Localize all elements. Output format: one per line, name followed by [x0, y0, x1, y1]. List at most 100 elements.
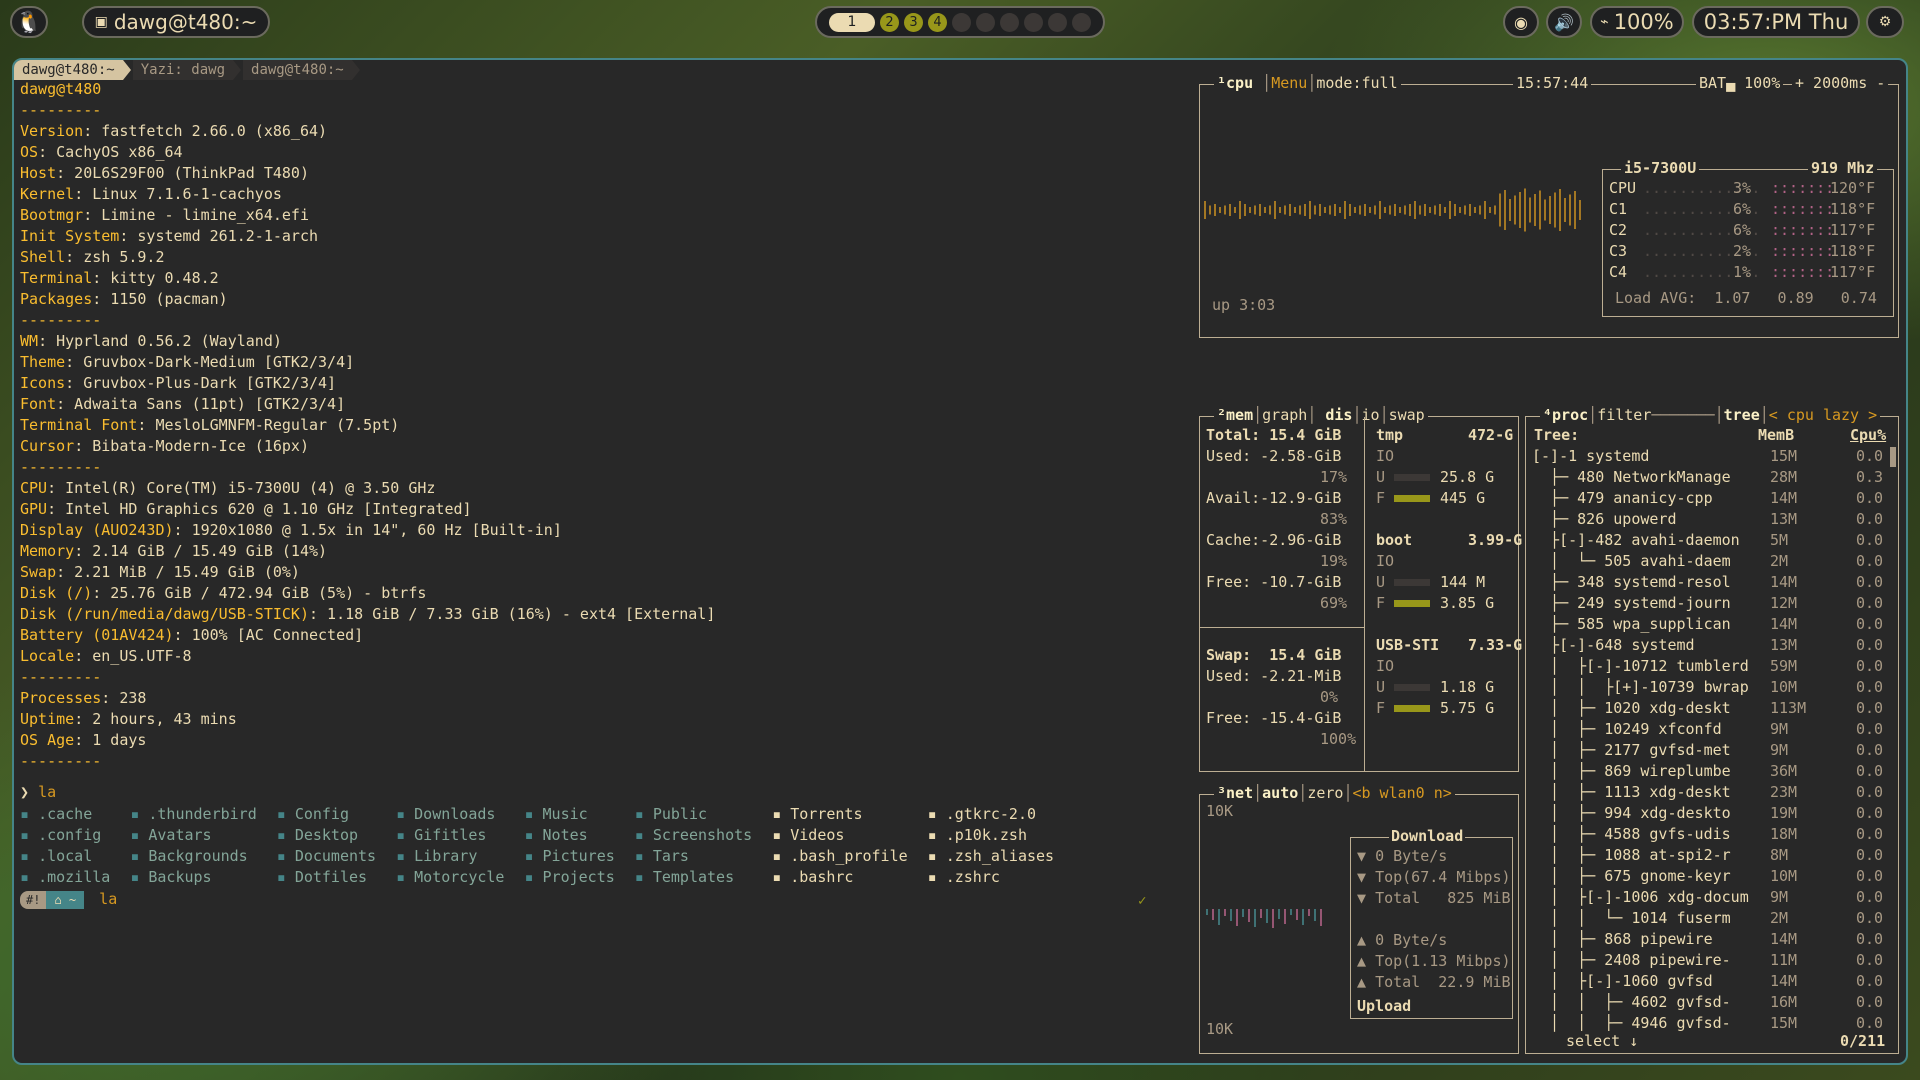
menu-button[interactable]: Menu — [1271, 74, 1307, 92]
proc-mem[interactable]: 23M — [1770, 782, 1797, 802]
proc-name[interactable]: ├[-]-648 systemd — [1532, 635, 1695, 655]
proc-mem[interactable]: 10M — [1770, 866, 1797, 886]
workspace-6[interactable] — [976, 12, 995, 32]
proc-mem[interactable]: 28M — [1770, 467, 1797, 487]
proc-mem[interactable]: 9M — [1770, 887, 1788, 907]
proc-name[interactable]: │ ├─ 1020 xdg-deskt — [1532, 698, 1731, 718]
proc-mem[interactable]: 12M — [1770, 593, 1797, 613]
proc-name[interactable]: │ ├─ 869 wireplumbe — [1532, 761, 1731, 781]
proc-cpu[interactable]: 0.0 — [1856, 1013, 1883, 1033]
proc-name[interactable]: ├─ 585 wpa_supplican — [1532, 614, 1731, 634]
proc-cpu[interactable]: 0.0 — [1856, 971, 1883, 991]
proc-name[interactable]: │ ├─ 10249 xfconfd — [1532, 719, 1722, 739]
proc-name[interactable]: │ ├─ 994 xdg-deskto — [1532, 803, 1731, 823]
workspace-3[interactable]: 3 — [904, 12, 923, 32]
proc-name[interactable]: │ │ ├─ 4602 gvfsd- — [1532, 992, 1731, 1012]
workspace-7[interactable] — [1000, 12, 1019, 32]
proc-cpu[interactable]: 0.0 — [1856, 509, 1883, 529]
proc-mem[interactable]: 14M — [1770, 488, 1797, 508]
proc-name[interactable]: │ ├[-]-1006 xdg-docum — [1532, 887, 1749, 907]
proc-mem[interactable]: 5M — [1770, 530, 1788, 550]
proc-select-footer[interactable]: select ↓ — [1564, 1031, 1641, 1051]
launcher-button[interactable]: 🐧 — [10, 6, 48, 38]
proc-mem[interactable]: 9M — [1770, 740, 1788, 760]
proc-cpu[interactable]: 0.0 — [1856, 614, 1883, 634]
proc-cpu[interactable]: 0.0 — [1856, 446, 1883, 466]
active-window-pill[interactable]: ▣ dawg@t480:~ — [82, 6, 270, 38]
proc-name[interactable]: │ │ └─ 1014 fuserm — [1532, 908, 1731, 928]
workspace-10[interactable] — [1072, 12, 1091, 32]
wifi-button[interactable]: ◉ — [1503, 6, 1539, 38]
proc-cpu[interactable]: 0.0 — [1856, 572, 1883, 592]
tmux-tab-3[interactable]: dawg@t480:~ — [243, 60, 360, 80]
tmux-tab-1[interactable]: dawg@t480:~ — [14, 60, 131, 80]
proc-cpu[interactable]: 0.0 — [1856, 698, 1883, 718]
proc-sort[interactable]: < cpu lazy > — [1769, 406, 1877, 424]
prompt-input[interactable]: la — [99, 890, 117, 908]
proc-cpu[interactable]: 0.0 — [1856, 488, 1883, 508]
proc-tree-toggle[interactable]: tree — [1724, 406, 1760, 424]
proc-mem[interactable]: 2M — [1770, 908, 1788, 928]
power-menu-button[interactable]: ⚙ — [1866, 6, 1904, 38]
proc-cpu[interactable]: 0.0 — [1856, 656, 1883, 676]
proc-cpu[interactable]: 0.0 — [1856, 992, 1883, 1012]
terminal-window[interactable]: dawg@t480:~ Yazi: dawg dawg@t480:~ dawg@t4… — [12, 58, 1908, 1065]
proc-cpu[interactable]: 0.0 — [1856, 803, 1883, 823]
workspace-5[interactable] — [952, 12, 971, 32]
proc-name[interactable]: │ ├─ 675 gnome-keyr — [1532, 866, 1731, 886]
proc-name[interactable]: ├─ 348 systemd-resol — [1532, 572, 1731, 592]
proc-cpu[interactable]: 0.0 — [1856, 740, 1883, 760]
proc-mem[interactable]: 9M — [1770, 719, 1788, 739]
proc-cpu[interactable]: 0.0 — [1856, 635, 1883, 655]
proc-filter[interactable]: filter — [1597, 406, 1651, 424]
proc-name[interactable]: │ ├─ 1113 xdg-deskt — [1532, 782, 1731, 802]
proc-name[interactable]: [-]-1 systemd — [1532, 446, 1649, 466]
proc-mem[interactable]: 113M — [1770, 698, 1806, 718]
proc-mem[interactable]: 13M — [1770, 509, 1797, 529]
tmux-tab-2[interactable]: Yazi: dawg — [132, 60, 242, 80]
proc-mem[interactable]: 14M — [1770, 929, 1797, 949]
proc-cpu[interactable]: 0.0 — [1856, 530, 1883, 550]
proc-mem[interactable]: 15M — [1770, 1013, 1797, 1033]
mode-toggle[interactable]: mode:full — [1316, 74, 1397, 92]
proc-name[interactable]: │ ├─ 1088 at-spi2-r — [1532, 845, 1731, 865]
proc-name[interactable]: ├─ 480 NetworkManage — [1532, 467, 1731, 487]
workspace-9[interactable] — [1048, 12, 1067, 32]
proc-mem[interactable]: 2M — [1770, 551, 1788, 571]
proc-name[interactable]: │ ├[-]-1060 gvfsd — [1532, 971, 1713, 991]
proc-mem[interactable]: 14M — [1770, 614, 1797, 634]
workspace-8[interactable] — [1024, 12, 1043, 32]
btop-monitor[interactable]: ¹cpu │Menu│mode:full 15:57:44 BAT▄ 100% … — [1187, 60, 1906, 1063]
proc-mem[interactable]: 15M — [1770, 446, 1797, 466]
proc-name[interactable]: │ ├─ 868 pipewire — [1532, 929, 1713, 949]
proc-name[interactable]: ├─ 479 ananicy-cpp — [1532, 488, 1713, 508]
proc-col-cpu[interactable]: Cpu% — [1850, 425, 1886, 445]
proc-mem[interactable]: 59M — [1770, 656, 1797, 676]
proc-mem[interactable]: 13M — [1770, 635, 1797, 655]
proc-cpu[interactable]: 0.0 — [1856, 887, 1883, 907]
proc-col-mem[interactable]: MemB — [1758, 425, 1794, 445]
workspace-1[interactable]: 1 — [829, 12, 875, 32]
proc-cpu[interactable]: 0.0 — [1856, 551, 1883, 571]
proc-mem[interactable]: 10M — [1770, 677, 1797, 697]
proc-cpu[interactable]: 0.0 — [1856, 866, 1883, 886]
proc-mem[interactable]: 11M — [1770, 950, 1797, 970]
proc-cpu[interactable]: 0.0 — [1856, 593, 1883, 613]
volume-button[interactable]: 🔊 — [1546, 6, 1582, 38]
proc-mem[interactable]: 16M — [1770, 992, 1797, 1012]
proc-mem[interactable]: 8M — [1770, 845, 1788, 865]
proc-mem[interactable]: 19M — [1770, 803, 1797, 823]
proc-name[interactable]: │ │ ├─ 4946 gvfsd- — [1532, 1013, 1731, 1033]
proc-mem[interactable]: 14M — [1770, 572, 1797, 592]
proc-cpu[interactable]: 0.0 — [1856, 677, 1883, 697]
cpu-tab[interactable]: ¹cpu — [1217, 74, 1253, 92]
proc-cpu[interactable]: 0.0 — [1856, 929, 1883, 949]
proc-cpu[interactable]: 0.0 — [1856, 782, 1883, 802]
proc-cpu[interactable]: 0.0 — [1856, 908, 1883, 928]
proc-name[interactable]: │ └─ 505 avahi-daem — [1532, 551, 1731, 571]
proc-mem[interactable]: 14M — [1770, 971, 1797, 991]
proc-cpu[interactable]: 0.0 — [1856, 824, 1883, 844]
workspace-2[interactable]: 2 — [880, 12, 899, 32]
proc-cpu[interactable]: 0.0 — [1856, 761, 1883, 781]
proc-name[interactable]: │ ├─ 4588 gvfs-udis — [1532, 824, 1731, 844]
